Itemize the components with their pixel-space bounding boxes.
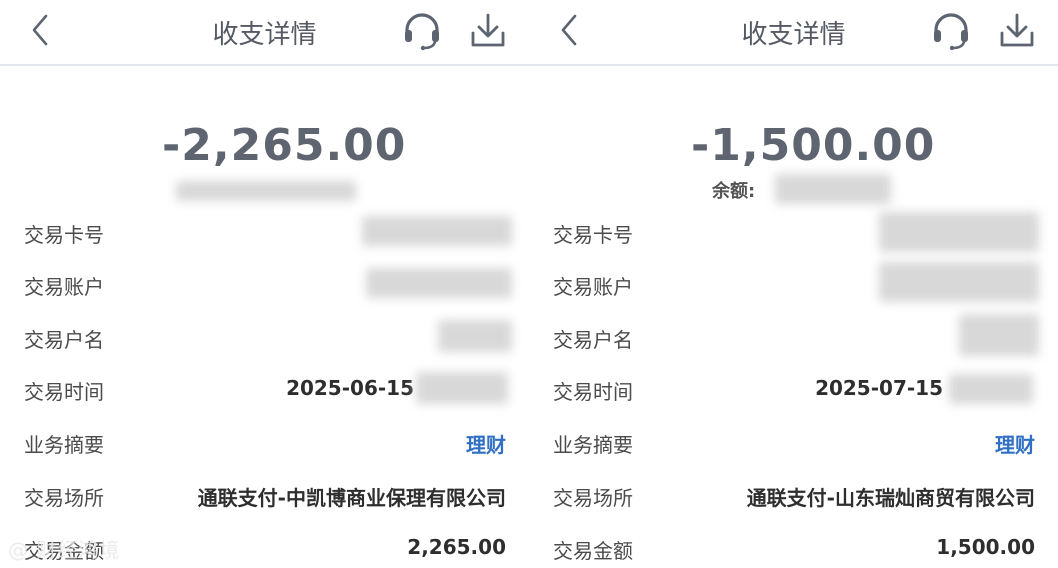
header-divider [0, 64, 529, 66]
account-name-redacted [438, 320, 512, 352]
card-number-redacted [879, 212, 1039, 252]
transaction-time: 2025-07-15 [815, 376, 943, 400]
row-label-card-number: 交易卡号 [553, 223, 633, 247]
balance-redacted [176, 181, 356, 201]
row-label-time: 交易时间 [24, 380, 104, 404]
card-number-redacted [362, 216, 512, 246]
row-label-account: 交易账户 [553, 275, 633, 299]
watermark: @ 财经鸿境 [8, 538, 121, 562]
row-label-merchant: 交易场所 [553, 486, 633, 510]
download-button[interactable] [998, 11, 1036, 51]
account-redacted [366, 268, 512, 298]
account-redacted [879, 262, 1039, 302]
time-redacted [416, 372, 508, 404]
row-label-account: 交易账户 [24, 275, 104, 299]
transaction-amount-value: 2,265.00 [407, 535, 506, 559]
balance-redacted [775, 174, 891, 204]
transaction-time: 2025-06-15 [286, 376, 414, 400]
page-title: 收支详情 [741, 20, 846, 50]
row-label-account-name: 交易户名 [553, 328, 633, 352]
row-label-amount: 交易金额 [553, 539, 633, 563]
balance-label: 余额: [712, 181, 756, 202]
row-label-summary: 业务摘要 [24, 433, 104, 457]
headset-icon [934, 13, 968, 51]
transaction-amount: -2,265.00 [162, 120, 407, 171]
transaction-amount-value: 1,500.00 [936, 535, 1035, 559]
customer-service-button[interactable] [402, 11, 442, 51]
transaction-amount: -1,500.00 [691, 120, 936, 171]
row-label-summary: 业务摘要 [553, 433, 633, 457]
merchant-name: 通联支付-中凯博商业保理有限公司 [197, 486, 506, 510]
customer-service-button[interactable] [931, 11, 971, 51]
row-label-merchant: 交易场所 [24, 486, 104, 510]
header-bar: 收支详情 [0, 0, 529, 64]
merchant-name: 通联支付-山东瑞灿商贸有限公司 [746, 486, 1035, 510]
header-bar: 收支详情 [529, 0, 1058, 64]
headset-icon [405, 13, 439, 51]
download-button[interactable] [469, 11, 507, 51]
time-redacted [949, 374, 1033, 404]
summary-link[interactable]: 理财 [466, 429, 506, 458]
row-label-time: 交易时间 [553, 380, 633, 404]
header-divider [529, 64, 1058, 66]
transaction-detail-right: 收支详情 -1,500.00 余额: 交易卡号 交易账户 交易户名 交易时间 2… [529, 0, 1058, 568]
download-icon [471, 13, 505, 47]
summary-link[interactable]: 理财 [995, 429, 1035, 458]
row-label-account-name: 交易户名 [24, 328, 104, 352]
account-name-redacted [959, 314, 1039, 356]
page-title: 收支详情 [212, 20, 317, 50]
transaction-detail-left: 收支详情 -2,265.00 交易卡号 交易账户 交易户名 交易时间 2025-… [0, 0, 529, 568]
download-icon [1000, 13, 1034, 47]
row-label-card-number: 交易卡号 [24, 223, 104, 247]
